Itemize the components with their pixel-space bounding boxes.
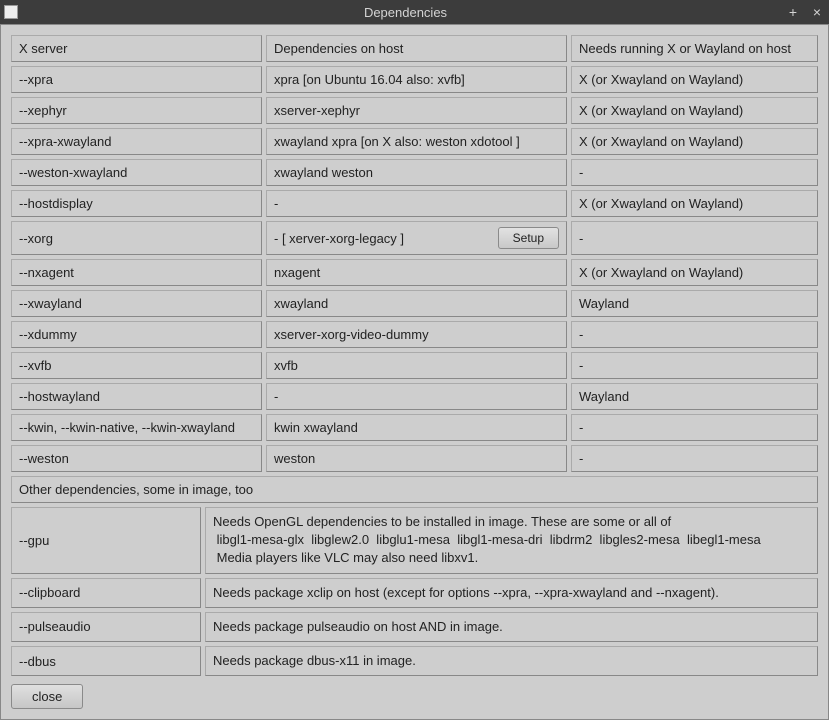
description-text: Needs package pulseaudio on host AND in … [213,618,503,636]
needs-cell: - [571,159,818,186]
table-row: --hostdisplay- X (or Xwayland on Wayland) [11,190,818,217]
dependency-cell: xvfb [266,352,567,379]
needs-cell: - [571,414,818,441]
dependency-cell: weston [266,445,567,472]
needs-cell: X (or Xwayland on Wayland) [571,97,818,124]
dependency-cell: - [266,383,567,410]
dependency-text: xwayland weston [274,165,373,180]
dependency-text: xwayland xpra [on X also: weston xdotool… [274,134,520,149]
dependency-text: - [ xerver-xorg-legacy ] [274,231,404,246]
setup-button[interactable]: Setup [498,227,559,249]
option-cell: --hostwayland [11,383,262,410]
table-row: --xpra-xwayland xwayland xpra [on X also:… [11,128,818,155]
option-cell: --weston [11,445,262,472]
titlebar: Dependencies + × [0,0,829,24]
needs-cell: Wayland [571,290,818,317]
window-title: Dependencies [26,5,785,20]
needs-cell: - [571,221,818,255]
table-row: --weston weston - [11,445,818,472]
dependency-cell: xpra [on Ubuntu 16.04 also: xvfb] [266,66,567,93]
dependency-cell: kwin xwayland [266,414,567,441]
option-cell: --xpra-xwayland [11,128,262,155]
table-row: --xdummy xserver-xorg-video-dummy - [11,321,818,348]
description-text: Needs OpenGL dependencies to be installe… [213,513,761,568]
dependency-cell: xserver-xephyr [266,97,567,124]
header-col-dependencies: Dependencies on host [266,35,567,62]
table-row: --xwayland xwayland Wayland [11,290,818,317]
dependency-cell: xwayland xpra [on X also: weston xdotool… [266,128,567,155]
description-cell: Needs package xclip on host (except for … [205,578,818,608]
needs-cell: X (or Xwayland on Wayland) [571,190,818,217]
table-row: --nxagent nxagent X (or Xwayland on Waylan… [11,259,818,286]
table-row: --kwin, --kwin-native, --kwin-xwayland kw… [11,414,818,441]
needs-cell: - [571,445,818,472]
dependency-cell: - [266,190,567,217]
dependency-cell: xwayland [266,290,567,317]
option-cell: --nxagent [11,259,262,286]
option-cell: --pulseaudio [11,612,201,642]
description-cell: Needs package dbus-x11 in image. [205,646,818,676]
table-row: --weston-xwayland xwayland weston - [11,159,818,186]
option-cell: --xwayland [11,290,262,317]
option-cell: --xdummy [11,321,262,348]
needs-cell: X (or Xwayland on Wayland) [571,66,818,93]
table-row: --dbus Needs package dbus-x11 in image. [11,646,818,676]
needs-cell: - [571,352,818,379]
dependency-cell: - [ xerver-xorg-legacy ] Setup [266,221,567,255]
option-cell: --dbus [11,646,201,676]
needs-cell: X (or Xwayland on Wayland) [571,128,818,155]
other-heading: Other dependencies, some in image, too [11,476,818,503]
window-body: X server Dependencies on host Needs runn… [0,24,829,720]
app-icon [4,5,18,19]
option-cell: --xephyr [11,97,262,124]
description-text: Needs package xclip on host (except for … [213,584,719,602]
table-row: --hostwayland- Wayland [11,383,818,410]
table-row: --xephyr xserver-xephyr X (or Xwayland on … [11,97,818,124]
option-cell: --xvfb [11,352,262,379]
table-row: --gpuNeeds OpenGL dependencies to be ins… [11,507,818,574]
option-cell: --kwin, --kwin-native, --kwin-xwayland [11,414,262,441]
dependency-text: xwayland [274,296,328,311]
dependency-text: weston [274,451,315,466]
table-row: --xvfb xvfb - [11,352,818,379]
description-cell: Needs package pulseaudio on host AND in … [205,612,818,642]
table-row: --xpra xpra [on Ubuntu 16.04 also: xvfb] X… [11,66,818,93]
option-cell: --hostdisplay [11,190,262,217]
option-cell: --weston-xwayland [11,159,262,186]
dependency-text: - [274,196,278,211]
dependency-cell: nxagent [266,259,567,286]
dependency-text: xvfb [274,358,298,373]
dependency-text: - [274,389,278,404]
close-icon[interactable]: × [809,5,825,19]
dependency-cell: xwayland weston [266,159,567,186]
option-cell: --gpu [11,507,201,574]
table-row: --clipboard Needs package xclip on host (… [11,578,818,608]
header-col-option: X server [11,35,262,62]
header-row: X server Dependencies on host Needs runn… [11,35,818,62]
needs-cell: Wayland [571,383,818,410]
needs-cell: X (or Xwayland on Wayland) [571,259,818,286]
other-heading-row: Other dependencies, some in image, too [11,476,818,503]
close-button[interactable]: close [11,684,83,709]
description-text: Needs package dbus-x11 in image. [213,652,416,670]
header-col-needs: Needs running X or Wayland on host [571,35,818,62]
option-cell: --xorg [11,221,262,255]
table-row: --xorg - [ xerver-xorg-legacy ] Setup- [11,221,818,255]
dependency-text: xserver-xorg-video-dummy [274,327,429,342]
dependency-text: xserver-xephyr [274,103,360,118]
minimize-icon[interactable]: + [785,5,801,19]
table-row: --pulseaudio Needs package pulseaudio on … [11,612,818,642]
option-cell: --clipboard [11,578,201,608]
description-cell: Needs OpenGL dependencies to be installe… [205,507,818,574]
dependency-cell: xserver-xorg-video-dummy [266,321,567,348]
dependency-text: nxagent [274,265,320,280]
option-cell: --xpra [11,66,262,93]
dependency-text: kwin xwayland [274,420,358,435]
dependency-text: xpra [on Ubuntu 16.04 also: xvfb] [274,72,465,87]
needs-cell: - [571,321,818,348]
